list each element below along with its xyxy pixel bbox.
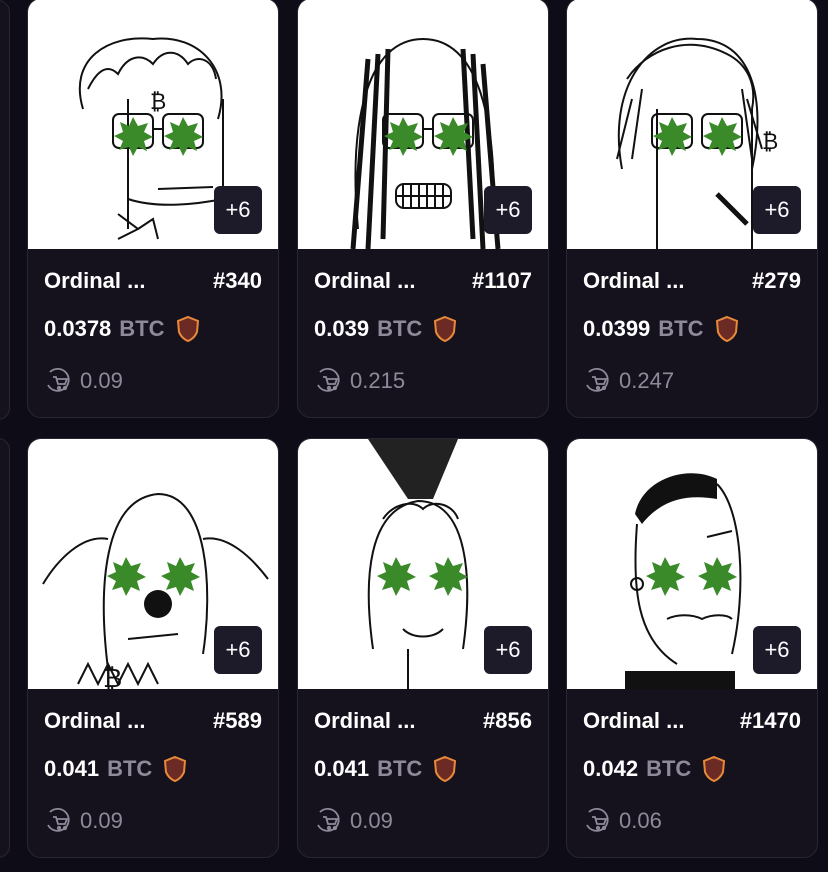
nft-card[interactable]: ₿ +6 Ordinal ... #340 0.0378 BTC 0.09 xyxy=(27,0,279,418)
nft-name: Ordinal ... xyxy=(44,268,146,293)
nft-card[interactable]: ₿ +6 Ordinal ... #589 0.041 BTC 0.09 xyxy=(27,438,279,858)
cart-icon xyxy=(586,807,609,832)
nft-number: #589 xyxy=(213,708,262,733)
extra-count-badge[interactable]: +6 xyxy=(214,186,262,234)
svg-text:₿: ₿ xyxy=(762,129,778,154)
partial-card-left[interactable] xyxy=(0,0,10,420)
price-unit: BTC xyxy=(377,316,423,341)
partial-card-left[interactable] xyxy=(0,438,10,858)
cart-icon xyxy=(47,807,70,832)
svg-text:₿: ₿ xyxy=(103,663,122,689)
cart-icon xyxy=(317,367,340,392)
shield-icon xyxy=(164,755,187,783)
cart-icon xyxy=(586,367,609,392)
cart-icon xyxy=(317,807,340,832)
nft-number: #1107 xyxy=(472,268,532,293)
collection-grid: ₿ +6 Ordinal ... #340 0.0378 BTC 0.09 +6… xyxy=(0,0,828,872)
price-unit: BTC xyxy=(119,316,165,341)
nft-number: #856 xyxy=(483,708,532,733)
nft-card[interactable]: ₿ +6 Ordinal ... #279 0.0399 BTC 0.247 xyxy=(566,0,818,418)
last-sale-price: 0.09 xyxy=(350,808,393,833)
nft-card[interactable]: +6 Ordinal ... #856 0.041 BTC 0.09 xyxy=(297,438,549,858)
nft-price: 0.0378 xyxy=(44,316,112,341)
nft-price: 0.042 xyxy=(583,756,639,781)
price-unit: BTC xyxy=(658,316,704,341)
shield-icon xyxy=(715,315,738,343)
nft-number: #1470 xyxy=(739,708,801,733)
shield-icon xyxy=(176,315,199,343)
nft-card[interactable]: +6 Ordinal ... #1470 0.042 BTC 0.06 xyxy=(566,438,818,858)
extra-count-badge[interactable]: +6 xyxy=(214,626,262,674)
nft-number: #340 xyxy=(213,268,262,293)
nft-name: Ordinal ... xyxy=(583,708,685,733)
cart-icon xyxy=(47,367,70,392)
nft-name: Ordinal ... xyxy=(314,268,416,293)
nft-price: 0.0399 xyxy=(583,316,651,341)
nft-price: 0.039 xyxy=(314,316,370,341)
last-sale-price: 0.215 xyxy=(350,368,406,393)
svg-text:₿: ₿ xyxy=(150,89,166,114)
nft-name: Ordinal ... xyxy=(44,708,146,733)
nft-name: Ordinal ... xyxy=(583,268,685,293)
nft-price: 0.041 xyxy=(314,756,370,781)
price-unit: BTC xyxy=(107,756,153,781)
extra-count-badge[interactable]: +6 xyxy=(484,626,532,674)
extra-count-badge[interactable]: +6 xyxy=(753,626,801,674)
extra-count-badge[interactable]: +6 xyxy=(753,186,801,234)
extra-count-badge[interactable]: +6 xyxy=(484,186,532,234)
price-unit: BTC xyxy=(646,756,692,781)
nft-price: 0.041 xyxy=(44,756,100,781)
last-sale-price: 0.06 xyxy=(619,808,662,833)
shield-icon xyxy=(434,315,457,343)
last-sale-price: 0.09 xyxy=(80,808,123,833)
nft-number: #279 xyxy=(752,268,801,293)
last-sale-price: 0.09 xyxy=(80,368,123,393)
price-unit: BTC xyxy=(377,756,423,781)
last-sale-price: 0.247 xyxy=(619,368,675,393)
shield-icon xyxy=(703,755,726,783)
nft-card[interactable]: +6 Ordinal ... #1107 0.039 BTC 0.215 xyxy=(297,0,549,418)
nft-name: Ordinal ... xyxy=(314,708,416,733)
shield-icon xyxy=(434,755,457,783)
